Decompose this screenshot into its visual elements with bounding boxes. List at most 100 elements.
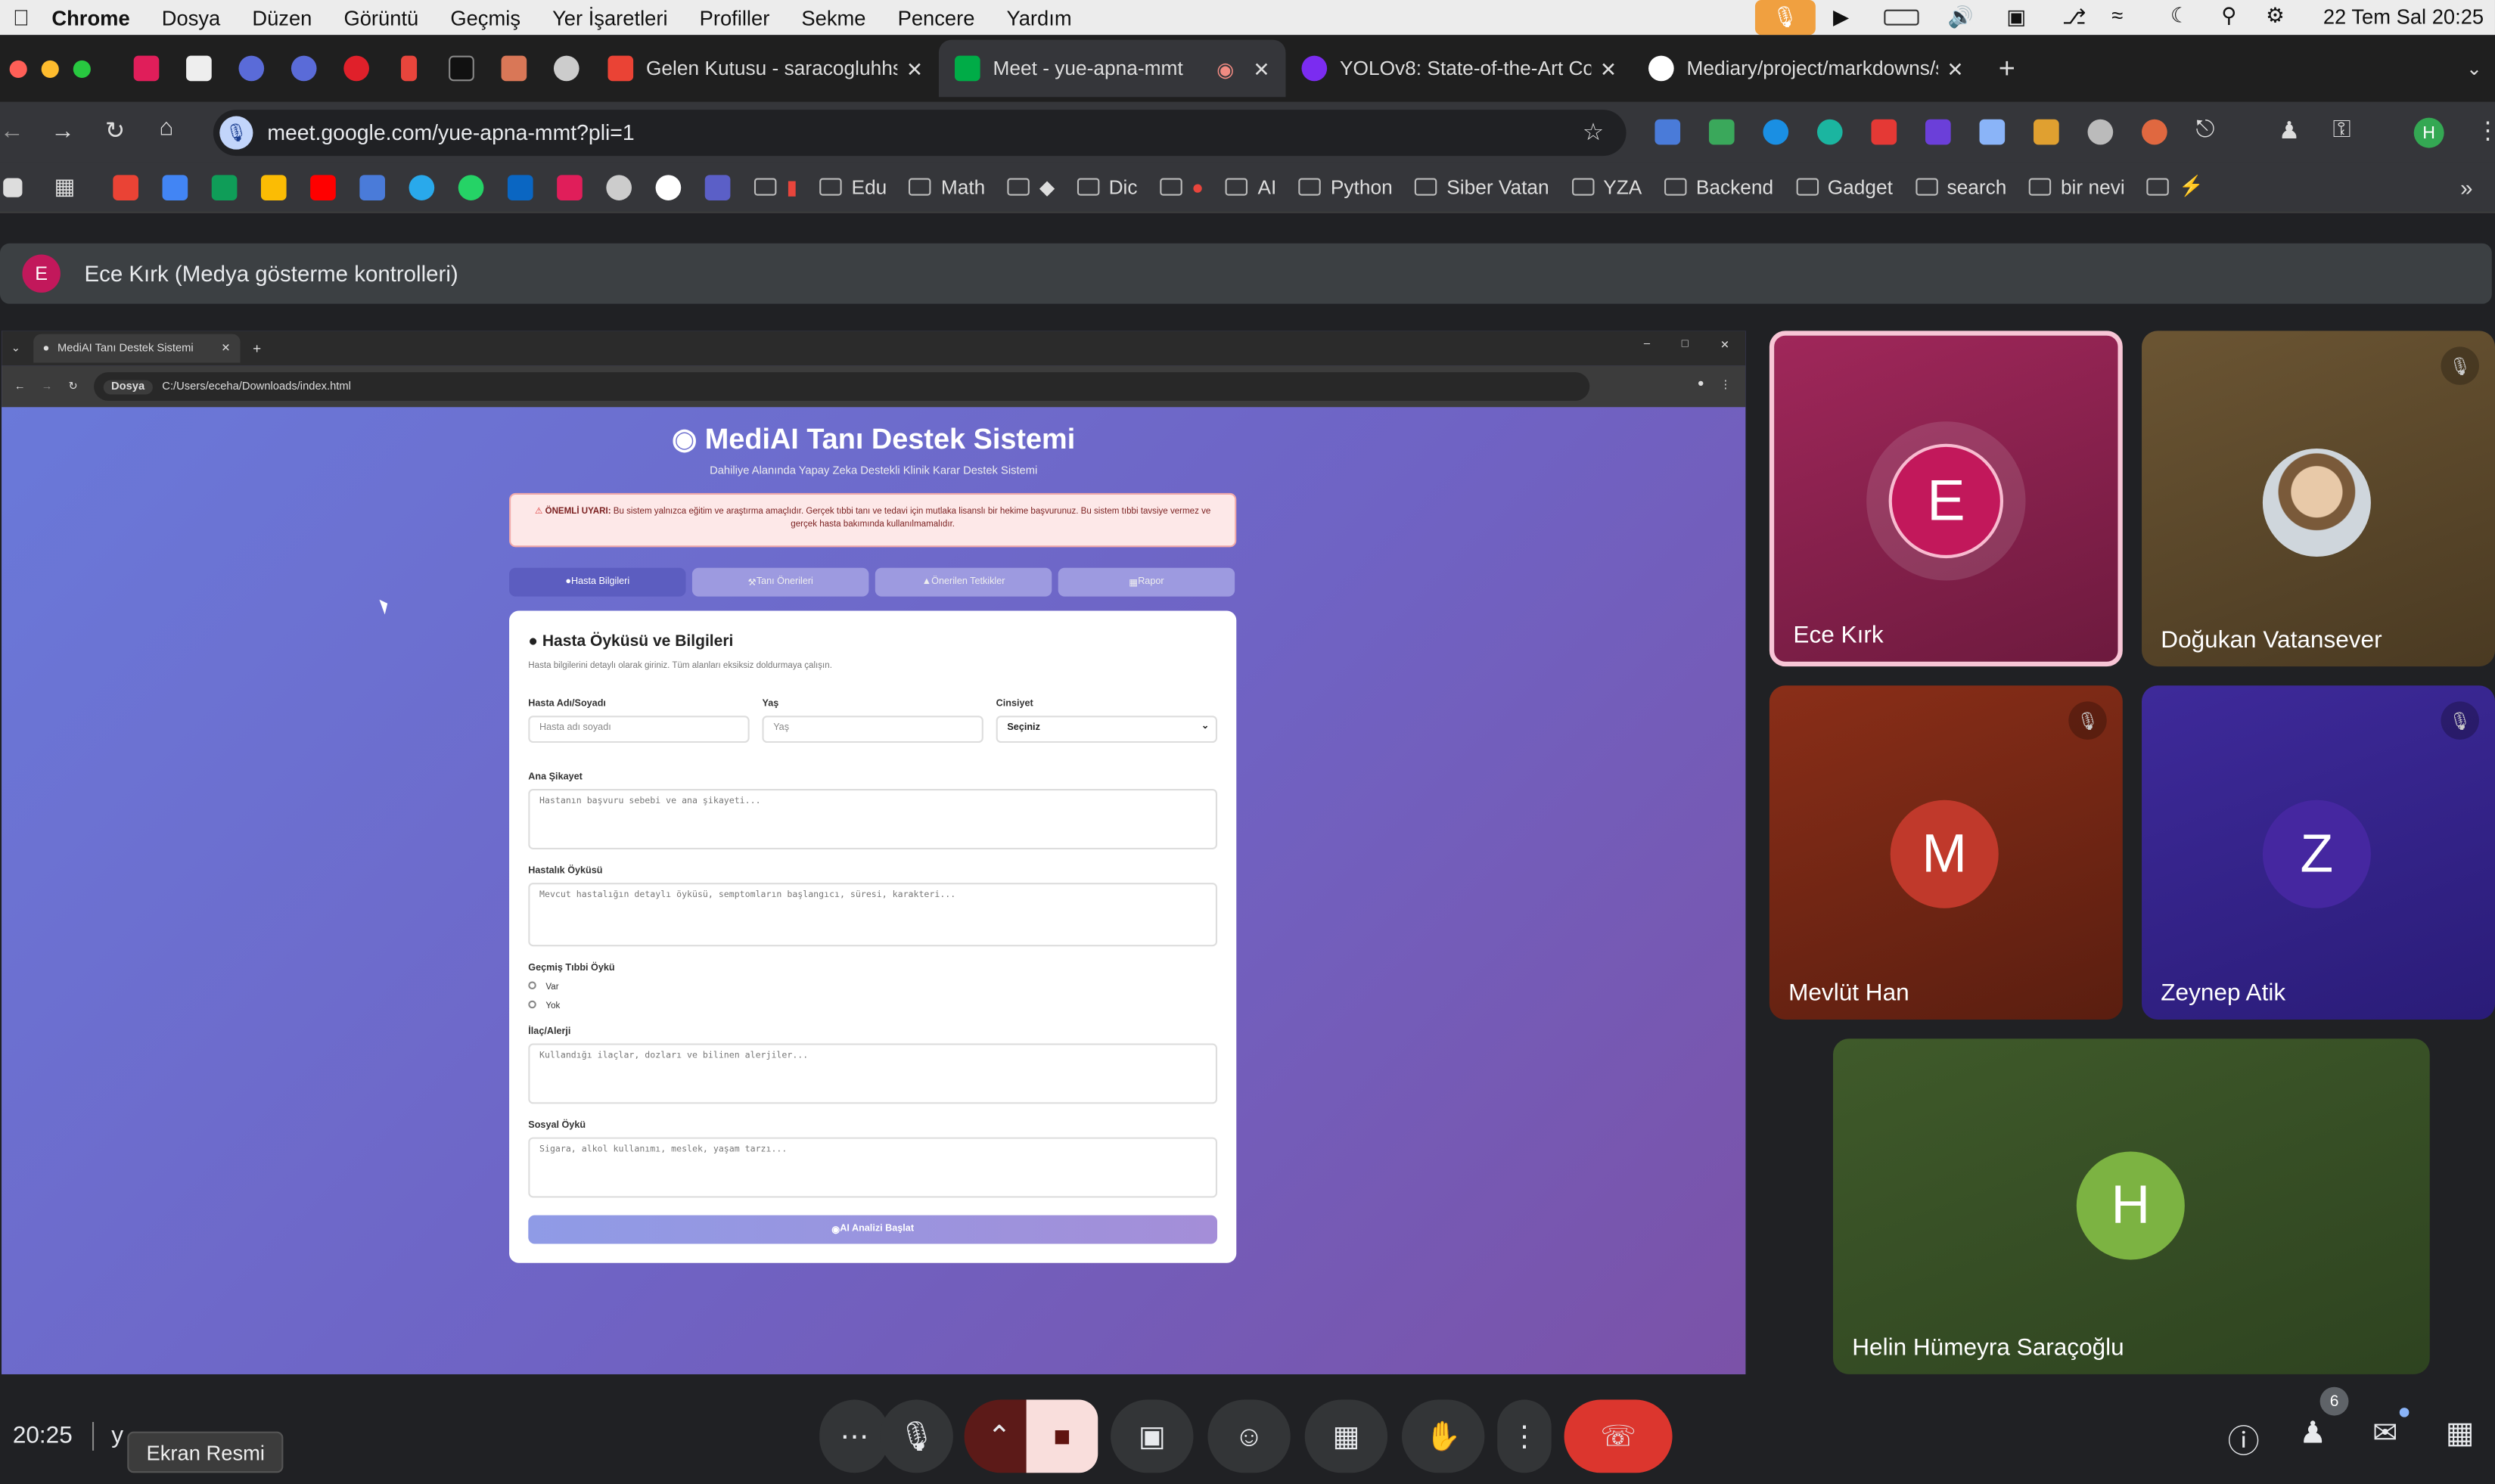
raise-hand-button[interactable]: ✋ [1402,1399,1485,1473]
new-tab-icon[interactable]: + [1999,51,2015,85]
bookmark-folder-backend[interactable]: Backend [1664,175,1773,198]
telegram-bookmark-icon[interactable] [409,174,435,200]
drive-bookmark-icon[interactable] [261,174,287,200]
participant-tile-zeynep[interactable]: 🎙 Z Zeynep Atik [2142,685,2495,1020]
extension-icon[interactable] [1871,119,1897,145]
menu-edit[interactable]: Düzen [252,5,312,29]
bookmark-folder-yza[interactable]: YZA [1571,175,1642,198]
forward-icon[interactable]: → [51,118,75,145]
play-icon[interactable]: ▶ [1833,5,1849,30]
extension-icon[interactable] [1763,119,1789,145]
docs-bookmark-icon[interactable] [163,174,188,200]
presenter-label[interactable]: Ece Kırk (Medya gösterme kontrolleri) [84,261,458,287]
gmail-bookmark-icon[interactable] [113,174,139,200]
teams-bookmark-icon[interactable] [705,174,731,200]
reactions-button[interactable]: ☺ [1207,1399,1291,1473]
menu-bookmarks[interactable]: Yer İşaretleri [552,5,667,29]
linkedin-bookmark-icon[interactable] [508,174,534,200]
sidebar-icon[interactable] [3,177,23,197]
tab-yolo[interactable]: YOLOv8: State-of-the-Art Co ✕ [1285,40,1633,98]
menu-kebab-icon[interactable]: ⋮ [2476,116,2495,145]
back-icon[interactable]: ← [0,118,24,145]
bookmark-folder-python[interactable]: Python [1298,175,1393,198]
extension-icon[interactable] [2034,119,2059,145]
participant-tile-helin[interactable]: H Helin Hümeyra Saraçoğlu [1833,1038,2430,1374]
tab-search-icon[interactable]: ⌄ [2466,57,2482,79]
zoom-window-icon[interactable] [73,59,91,77]
mic-permission-icon[interactable]: 🎙 [219,116,253,150]
tab-slack[interactable] [120,40,172,98]
extension-icon[interactable] [1708,119,1735,145]
control-center-icon[interactable]: ⚙ [2266,3,2285,29]
slack-bookmark-icon[interactable] [557,174,583,200]
bookmark-folder-bolt[interactable]: ⚡ [2147,175,2204,199]
translate-extension-icon[interactable] [1655,119,1681,145]
bookmark-folder-search[interactable]: search [1915,175,2006,198]
app-menu[interactable]: Chrome [51,5,129,29]
menu-help[interactable]: Yardım [1007,5,1072,29]
bookmark-folder-location[interactable]: ● [1160,175,1204,198]
tab-pinned-4[interactable] [277,40,329,98]
tab-pinned-9[interactable] [539,40,592,98]
present-button[interactable]: ▣ [1111,1399,1194,1473]
bookmark-folder-math[interactable]: Math [909,175,985,198]
github-bookmark-icon[interactable] [656,174,682,200]
bookmark-star-icon[interactable]: ☆ [1583,118,1604,147]
extension-icon[interactable] [1816,119,1843,145]
chat-icon[interactable]: ✉ [2372,1416,2397,1452]
rocket-extension-icon[interactable] [1979,119,2006,145]
leave-call-button[interactable]: ☏ [1564,1399,1673,1473]
tab-pinned-6[interactable] [382,40,434,98]
bookmark-folder-dic[interactable]: Dic [1077,175,1138,198]
tab-pinned-3[interactable] [225,40,277,98]
tab-pinned-2[interactable] [172,40,224,98]
close-tab-icon[interactable]: ✕ [906,57,923,80]
clock[interactable]: 22 Tem Sal 20:25 [2323,5,2484,29]
profile-avatar[interactable]: H [2413,117,2444,148]
camera-options-button[interactable]: ⌃ [964,1399,1035,1473]
tab-pinned-7[interactable] [434,40,486,98]
search-icon[interactable]: ⚲ [2221,3,2236,29]
reload-icon[interactable]: ↻ [105,116,125,145]
meeting-info-icon[interactable]: ⓘ [2228,1416,2260,1462]
bluetooth-icon[interactable]: ⎇ [2062,5,2086,30]
activities-grid-icon[interactable]: ▦ [2446,1416,2475,1452]
close-window-icon[interactable] [9,59,27,77]
battery-icon[interactable] [1884,9,1919,26]
extension-icon[interactable] [2142,119,2167,145]
close-tab-icon[interactable]: ✕ [1253,57,1269,80]
youtube-bookmark-icon[interactable] [310,174,337,200]
camera-toggle-button[interactable]: ■ [1026,1399,1098,1473]
mic-in-use-icon[interactable]: 🎙 [1754,0,1816,36]
people-icon[interactable]: ♟ [2299,1416,2326,1452]
chatgpt-bookmark-icon[interactable] [606,174,632,200]
translate-bookmark-icon[interactable] [359,174,386,200]
menu-file[interactable]: Dosya [162,5,221,29]
tab-pinned-5[interactable] [329,40,381,98]
bookmark-folder-bir-nevi[interactable]: bir nevi [2028,175,2125,198]
extensions-puzzle-icon[interactable]: ⎋ [2196,116,2215,144]
home-icon[interactable]: ⌂ [159,114,173,141]
captions-button[interactable]: ▦ [1304,1399,1388,1473]
address-bar[interactable]: 🎙 meet.google.com/yue-apna-mmt?pli=1 ☆ [213,110,1627,157]
participant-tile-mevlut[interactable]: 🎙 M Mevlüt Han [1769,685,2123,1020]
bookmark-folder-gadget[interactable]: Gadget [1795,175,1893,198]
bookmark-folder-edu[interactable]: Edu [819,175,887,198]
bookmark-folder-tag[interactable]: ◆ [1007,175,1055,199]
menu-window[interactable]: Pencere [898,5,975,29]
bookmark-folder-siber-vatan[interactable]: Siber Vatan [1415,175,1549,198]
extension-icon[interactable] [1925,119,1951,145]
whatsapp-bookmark-icon[interactable] [458,174,484,200]
participant-tile-ece[interactable]: E Ece Kırk [1769,331,2123,667]
incognito-icon[interactable]: ♟ [2279,116,2300,145]
mic-button[interactable]: 🎙 [880,1399,953,1473]
focus-moon-icon[interactable]: ☾ [2170,3,2189,29]
minimize-window-icon[interactable] [41,59,59,77]
tab-pinned-8[interactable] [487,40,539,98]
sheets-bookmark-icon[interactable] [212,174,238,200]
bookmark-folder-pin[interactable]: ▮ [754,175,797,199]
wifi-icon[interactable]: ≈ [2111,3,2123,27]
tab-github[interactable]: Mediary/project/markdowns/s ✕ [1633,40,1980,98]
menu-history[interactable]: Geçmiş [450,5,520,29]
more-bookmarks-icon[interactable]: » [2460,174,2472,200]
